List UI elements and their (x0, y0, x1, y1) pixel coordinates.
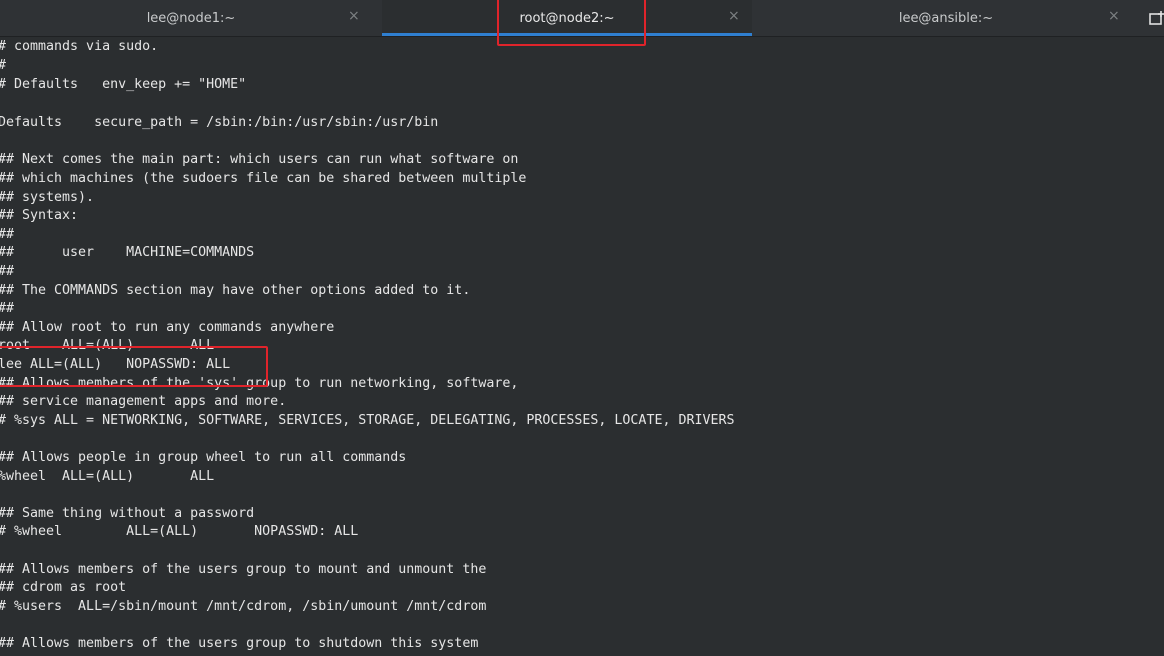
terminal-line: # %wheel ALL=(ALL) NOPASSWD: ALL (0, 524, 359, 539)
terminal-line: # %sys ALL = NETWORKING, SOFTWARE, SERVI… (0, 413, 735, 428)
tab-root-node2[interactable]: root@node2:~ × (382, 0, 752, 36)
tab-label: lee@ansible:~ (898, 10, 994, 26)
terminal-line: ## service management apps and more. (0, 394, 287, 409)
terminal-line: root ALL=(ALL) ALL (0, 338, 215, 353)
terminal-line: ## (0, 227, 15, 242)
new-tab-icon-glyph (1149, 11, 1164, 25)
terminal-line: # Defaults env_keep += "HOME" (0, 77, 247, 92)
tab-label: lee@node1:~ (146, 10, 236, 26)
terminal-line: ## The COMMANDS section may have other o… (0, 283, 471, 298)
tab-label: root@node2:~ (519, 10, 615, 26)
tab-lee-node1[interactable]: lee@node1:~ × (0, 0, 382, 36)
close-icon[interactable]: × (348, 8, 360, 24)
tab-lee-ansible[interactable]: lee@ansible:~ × (752, 0, 1140, 36)
close-icon[interactable]: × (1108, 8, 1120, 24)
terminal-line: ## user MACHINE=COMMANDS (0, 245, 255, 260)
terminal-line: ## Same thing without a password (0, 506, 255, 521)
terminal-line: ## Next comes the main part: which users… (0, 152, 519, 167)
terminal-line: ## Allow root to run any commands anywhe… (0, 320, 335, 335)
terminal-line: %wheel ALL=(ALL) ALL (0, 469, 215, 484)
tab-bar: lee@node1:~ × root@node2:~ × lee@ansible… (0, 0, 1164, 37)
terminal-line: ## systems). (0, 190, 95, 205)
terminal-line: ## (0, 301, 15, 316)
terminal-line: ## which machines (the sudoers file can … (0, 171, 527, 186)
new-tab-icon[interactable] (1147, 4, 1164, 32)
terminal-line: ## Allows members of the users group to … (0, 636, 479, 651)
terminal-line: ## Allows members of the users group to … (0, 562, 487, 577)
terminal-line: # (0, 56, 6, 75)
terminal-line: ## Allows members of the 'sys' group to … (0, 376, 519, 391)
close-icon[interactable]: × (728, 8, 740, 24)
terminal-line: # commands via sudo. (0, 39, 159, 54)
terminal-line: ## Syntax: (0, 208, 79, 223)
terminal-output[interactable]: # commands via sudo. # # Defaults env_ke… (0, 37, 1164, 656)
terminal-line: Defaults secure_path = /sbin:/bin:/usr/s… (0, 115, 439, 130)
terminal-line: # %users ALL=/sbin/mount /mnt/cdrom, /sb… (0, 599, 487, 614)
terminal-line: ## Allows people in group wheel to run a… (0, 450, 407, 465)
terminal-line: lee ALL=(ALL) NOPASSWD: ALL (0, 357, 231, 372)
terminal-line: ## cdrom as root (0, 580, 127, 595)
terminal-line: ## (0, 264, 15, 279)
